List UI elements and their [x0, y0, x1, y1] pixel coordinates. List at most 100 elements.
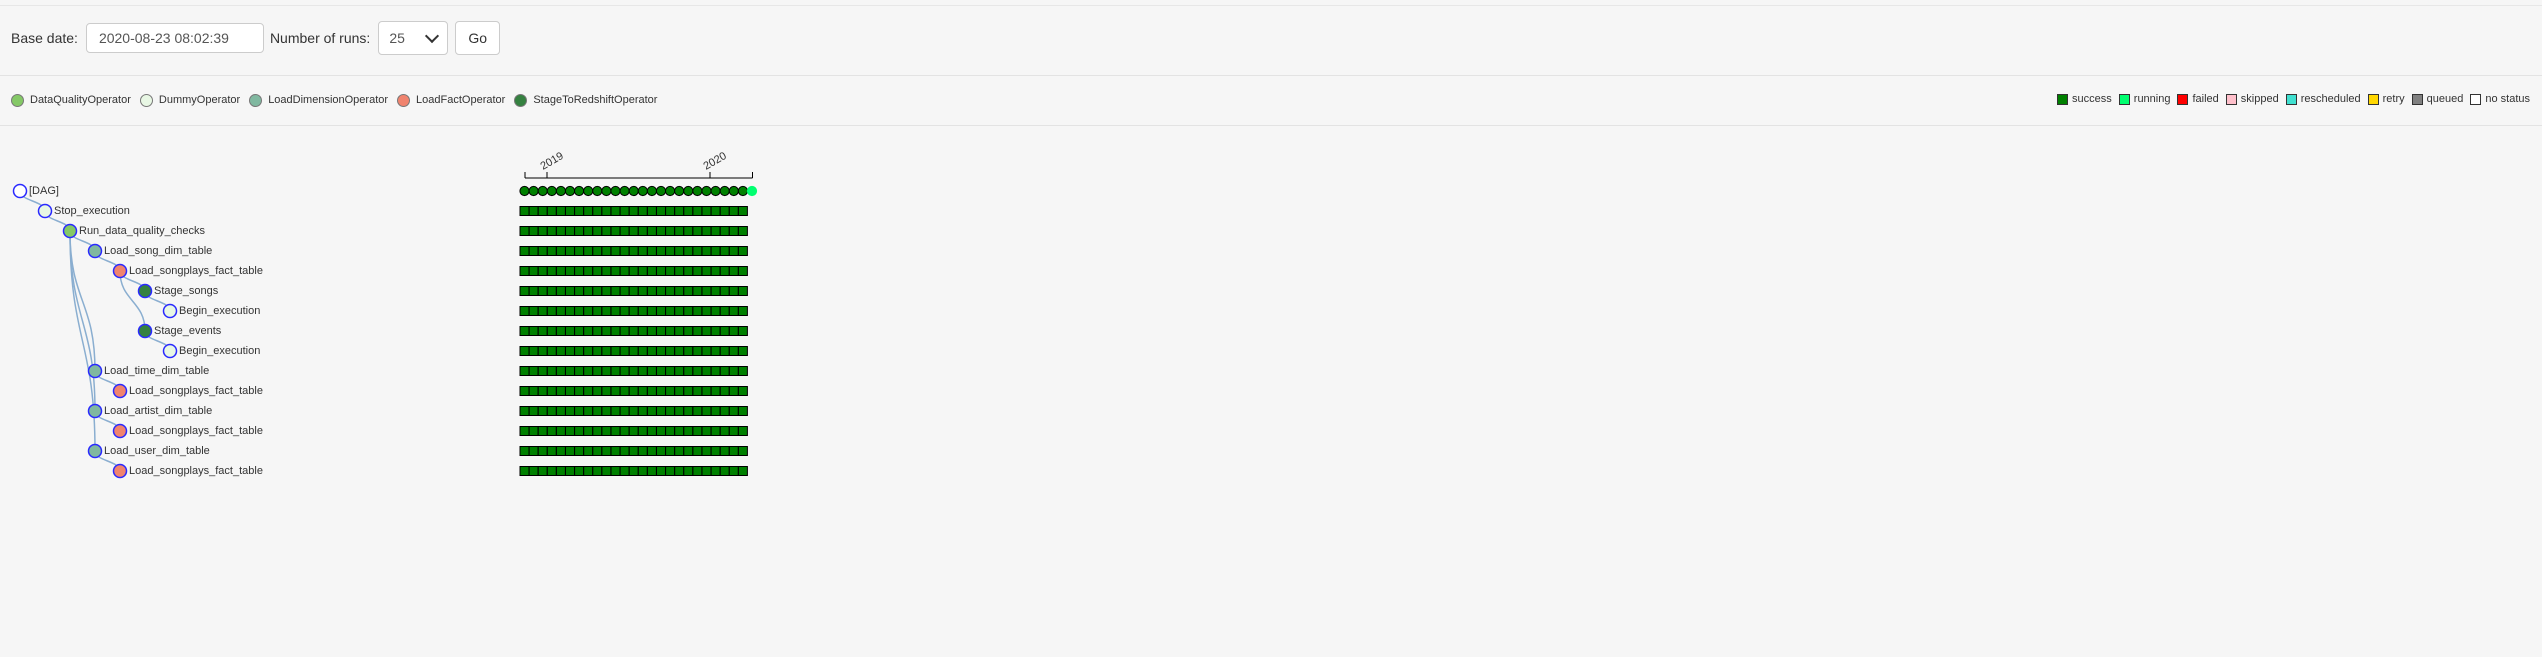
task-label[interactable]: Stage_events — [154, 324, 221, 338]
task-instance-square — [519, 206, 530, 216]
state-name: failed — [2192, 93, 2219, 105]
task-instance-square — [692, 326, 703, 336]
task-instance-square — [628, 266, 639, 276]
task-label[interactable]: Load_songplays_fact_table — [129, 424, 263, 438]
task-instance-square — [656, 326, 666, 336]
task-instance-square — [692, 426, 703, 436]
task-label[interactable]: Load_user_dim_table — [104, 444, 210, 458]
task-label[interactable]: Begin_execution — [179, 304, 260, 318]
task-label[interactable]: Run_data_quality_checks — [79, 224, 205, 238]
task-instance-square — [583, 386, 594, 396]
task-instance-square — [701, 326, 712, 336]
task-instance-square — [592, 266, 603, 276]
task-instance-square — [692, 206, 703, 216]
task-instance-square — [683, 346, 694, 356]
task-instance-square — [628, 466, 639, 476]
task-instance-square — [592, 366, 603, 376]
task-instance-square — [683, 466, 694, 476]
task-label[interactable]: Load_songplays_fact_table — [129, 464, 263, 478]
task-label[interactable]: Stop_execution — [54, 204, 130, 218]
task-instance-square — [656, 366, 666, 376]
dag-run-circle — [610, 185, 621, 197]
task-instance-square — [601, 386, 612, 396]
task-instance-square — [555, 366, 566, 376]
task-label[interactable]: Load_song_dim_table — [104, 244, 212, 258]
task-instance-square — [601, 446, 612, 456]
task-instance-square — [737, 406, 748, 416]
task-instance-square — [637, 446, 648, 456]
operator-color-dot — [249, 93, 263, 107]
task-instance-square — [619, 246, 630, 256]
dag-run-circle — [674, 185, 685, 197]
task-instance-square — [574, 426, 585, 436]
task-instance-square — [537, 446, 548, 456]
task-instance-square — [583, 206, 594, 216]
task-label[interactable]: [DAG] — [29, 184, 59, 198]
operator-legend-item: DummyOperator — [139, 93, 240, 107]
task-instance-square — [656, 246, 666, 256]
dag-run-circle — [655, 185, 667, 197]
task-instance-square — [737, 246, 748, 256]
task-instance-square — [546, 266, 557, 276]
task-instance-square — [710, 266, 721, 276]
task-instance-square — [537, 346, 548, 356]
task-node-icon — [137, 323, 153, 339]
task-label[interactable]: Load_songplays_fact_table — [129, 384, 263, 398]
task-instance-square — [592, 426, 603, 436]
task-instance-square — [537, 226, 548, 236]
state-legend-item: retry — [2367, 93, 2405, 105]
operator-name: StageToRedshiftOperator — [533, 94, 658, 106]
task-instance-square — [719, 406, 730, 416]
task-label[interactable]: Stage_songs — [154, 284, 218, 298]
task-instance-square — [646, 386, 657, 396]
task-instance-square — [656, 226, 666, 236]
task-instance-square — [737, 266, 748, 276]
task-instance-square — [555, 306, 566, 316]
task-instance-square — [728, 426, 739, 436]
task-instance-square — [665, 226, 676, 236]
task-instance-square — [528, 426, 539, 436]
task-instance-square — [646, 406, 657, 416]
dag-run-circle — [574, 185, 585, 197]
task-instance-square — [683, 266, 694, 276]
operator-name: LoadDimensionOperator — [268, 94, 389, 106]
base-date-input[interactable]: 2020-08-23 08:02:39 — [85, 23, 264, 53]
task-instance-square — [528, 466, 539, 476]
task-instance-square — [592, 306, 603, 316]
task-instance-square — [719, 426, 730, 436]
task-instance-square — [728, 286, 739, 296]
state-name: queued — [2426, 93, 2464, 105]
task-instance-square — [710, 326, 721, 336]
task-instance-square — [546, 426, 557, 436]
task-instance-square — [637, 306, 648, 316]
task-instance-square — [592, 226, 603, 236]
runs-select[interactable]: 25 — [378, 21, 449, 55]
task-label[interactable]: Load_artist_dim_table — [104, 404, 212, 418]
task-instance-square — [519, 326, 530, 336]
task-instance-square — [519, 306, 530, 316]
task-instance-square — [710, 306, 721, 316]
task-instance-square — [637, 286, 648, 296]
task-instance-square — [701, 226, 712, 236]
task-instance-square — [555, 246, 566, 256]
task-instance-square — [674, 446, 685, 456]
task-instance-square — [583, 346, 594, 356]
task-instance-square — [537, 266, 548, 276]
task-instance-square — [728, 386, 739, 396]
state-legend-item: queued — [2411, 93, 2464, 105]
task-instance-square — [656, 386, 666, 396]
dag-run-circle — [619, 185, 630, 197]
go-button[interactable]: Go — [455, 21, 500, 55]
task-instance-square — [528, 286, 539, 296]
task-instance-square — [719, 246, 730, 256]
task-label[interactable]: Load_time_dim_table — [104, 364, 209, 378]
dag-run-circle — [701, 185, 712, 197]
legend-divider — [0, 125, 2542, 126]
task-label[interactable]: Load_songplays_fact_table — [129, 264, 263, 278]
task-node-icon — [37, 203, 53, 219]
tree-connector — [119, 270, 146, 332]
state-name: success — [2072, 93, 2112, 105]
task-instance-square — [646, 366, 657, 376]
task-label[interactable]: Begin_execution — [179, 344, 260, 358]
task-instance-square — [737, 226, 748, 236]
